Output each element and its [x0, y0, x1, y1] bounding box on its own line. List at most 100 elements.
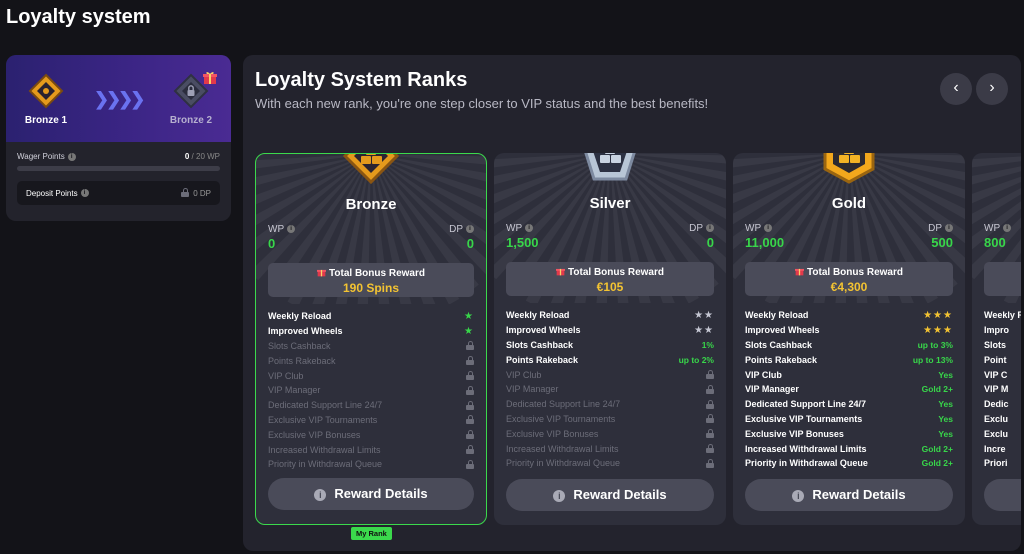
ranks-panel: Loyalty System Ranks With each new rank,…	[243, 55, 1021, 551]
feature-name: VIP Manager	[506, 384, 559, 395]
reward-details-button[interactable]: i Reward Details	[268, 478, 474, 510]
info-icon[interactable]: i	[466, 225, 474, 234]
feature-name: Dedicated Support Line 24/7	[506, 399, 621, 410]
info-icon[interactable]: i	[764, 224, 773, 233]
feature-row: Increased Withdrawal Limits Gold 2+	[745, 441, 953, 456]
feature-name: Slots	[984, 339, 1007, 350]
feature-row: VIP Manager	[268, 383, 474, 398]
total-bonus-box: Total Bonus Reward €4,300	[745, 262, 953, 296]
reward-details-button[interactable]: i Reward Details	[745, 479, 953, 511]
lock-icon	[466, 445, 474, 455]
lock-icon	[466, 459, 474, 469]
feature-row: Exclusive VIP Tournaments	[268, 413, 474, 428]
feature-row: Slots Cashback up to 3%	[745, 338, 953, 353]
feature-row: Dedicated Support Line 24/7	[268, 398, 474, 413]
reward-details-label: Reward Details	[334, 486, 428, 501]
dp-value: 500	[931, 235, 953, 250]
dp-label: DP i	[689, 223, 714, 234]
gift-icon	[317, 269, 327, 277]
feature-row: Exclusive VIP Bonuses	[506, 426, 714, 441]
current-rank-name: Bronze 1	[24, 115, 68, 126]
star-rating: ★★★	[923, 309, 953, 321]
reward-details-button[interactable]: i	[984, 479, 1021, 511]
wp-label-text: WP	[268, 224, 285, 235]
wager-total: / 20 WP	[191, 152, 220, 161]
gift-icon	[556, 268, 566, 276]
feature-value: up to 3%	[917, 339, 953, 350]
current-rank: Bronze 1	[6, 73, 86, 126]
lock-icon	[181, 188, 190, 197]
info-icon[interactable]: i	[945, 224, 953, 233]
carousel-next-button[interactable]: ›	[976, 73, 1008, 105]
feature-row: Points Rakeback up to 2%	[506, 352, 714, 367]
carousel-prev-button[interactable]: ‹	[940, 73, 972, 105]
wp-value: 11,000	[745, 235, 785, 250]
feature-name: Weekly Reload	[506, 310, 570, 321]
feature-row: Slots Cashback	[268, 339, 474, 354]
rank-progress-panel: Bronze 1 ❯❯❯❯ Bronze 2 Wager Points i 0 /…	[6, 55, 231, 221]
reward-details-label: Reward Details	[812, 487, 906, 502]
info-icon[interactable]: i	[525, 224, 534, 233]
wager-points-label: Wager Points	[17, 152, 65, 161]
feature-row: Priority in Withdrawal Queue Gold 2+	[745, 456, 953, 471]
feature-row: Weekly Reload ★	[268, 309, 474, 324]
dp-value: 0	[706, 235, 714, 250]
star-rating: ★★★	[923, 324, 953, 336]
info-icon[interactable]: i	[80, 189, 89, 198]
feature-name: Priority in Withdrawal Queue	[506, 458, 621, 469]
reward-details-button[interactable]: i Reward Details	[506, 479, 714, 511]
feature-name: Points Rakeback	[745, 354, 818, 365]
wp-value: 1,500	[506, 235, 539, 250]
feature-row: Exclu	[984, 412, 1021, 427]
feature-name: Improved Wheels	[506, 325, 581, 336]
feature-name: Dedic	[984, 399, 1009, 410]
feature-value: Gold 2+	[921, 458, 953, 469]
feature-row: Dedic	[984, 397, 1021, 412]
next-rank-name: Bronze 2	[169, 115, 213, 126]
feature-row: Slots Cashback 1%	[506, 338, 714, 353]
feature-row: Points Rakeback	[268, 353, 474, 368]
gift-icon	[795, 268, 805, 276]
feature-name: Weekly Reload	[745, 310, 809, 321]
bonus-label: Total Bonus Reward	[506, 267, 714, 278]
feature-row: Exclusive VIP Tournaments	[506, 412, 714, 427]
feature-row: Exclusive VIP Bonuses Yes	[745, 426, 953, 441]
feature-list: Weekly Reload ★★ Improved Wheels ★★ Slots Ca…	[506, 308, 714, 471]
feature-name: Increased Withdrawal Limits	[745, 443, 867, 454]
feature-row: Point	[984, 352, 1021, 367]
chevron-right-icon: ›	[989, 79, 995, 96]
info-icon[interactable]: i	[67, 152, 76, 161]
feature-name: Slots Cashback	[268, 340, 331, 351]
feature-name: Exclu	[984, 413, 1009, 424]
dp-label-text: DP	[449, 224, 463, 235]
feature-name: Point	[984, 354, 1007, 365]
wp-label-text: WP	[745, 223, 762, 234]
info-icon[interactable]: i	[706, 224, 714, 233]
feature-row: Increased Withdrawal Limits	[268, 442, 474, 457]
total-bonus-box	[984, 262, 1021, 296]
bronze-rank-icon	[342, 154, 400, 185]
info-icon[interactable]: i	[287, 225, 296, 234]
wager-progress-bar	[17, 166, 220, 171]
next-rank: Bronze 2	[151, 73, 231, 126]
rank-progress-header: Bronze 1 ❯❯❯❯ Bronze 2	[6, 55, 231, 142]
wp-label: WP i	[268, 224, 296, 235]
ranks-title: Loyalty System Ranks	[255, 69, 468, 91]
feature-name: Exclusive VIP Tournaments	[268, 414, 378, 425]
lock-icon	[466, 400, 474, 410]
wp-value: 800	[984, 235, 1006, 250]
feature-row: Weekly Reload ★★	[506, 308, 714, 323]
feature-name: VIP Club	[268, 370, 304, 381]
deposit-points-value-wrap: 0 DP	[181, 188, 211, 198]
feature-name: Dedicated Support Line 24/7	[268, 400, 383, 411]
feature-value: Gold 2+	[921, 384, 953, 395]
feature-row: Slots	[984, 338, 1021, 353]
deposit-points-label: Deposit Points	[26, 188, 78, 198]
lock-icon	[706, 384, 714, 394]
total-bonus-box: Total Bonus Reward €105	[506, 262, 714, 296]
rank-card-next: WPi800Weekly ReloadImproSlotsPointVIP CV…	[972, 153, 1021, 525]
feature-name: Increased Withdrawal Limits	[506, 443, 619, 454]
info-icon[interactable]: i	[1003, 224, 1012, 233]
feature-name: Weekly Reload	[268, 311, 332, 322]
feature-row: VIP Manager	[506, 382, 714, 397]
